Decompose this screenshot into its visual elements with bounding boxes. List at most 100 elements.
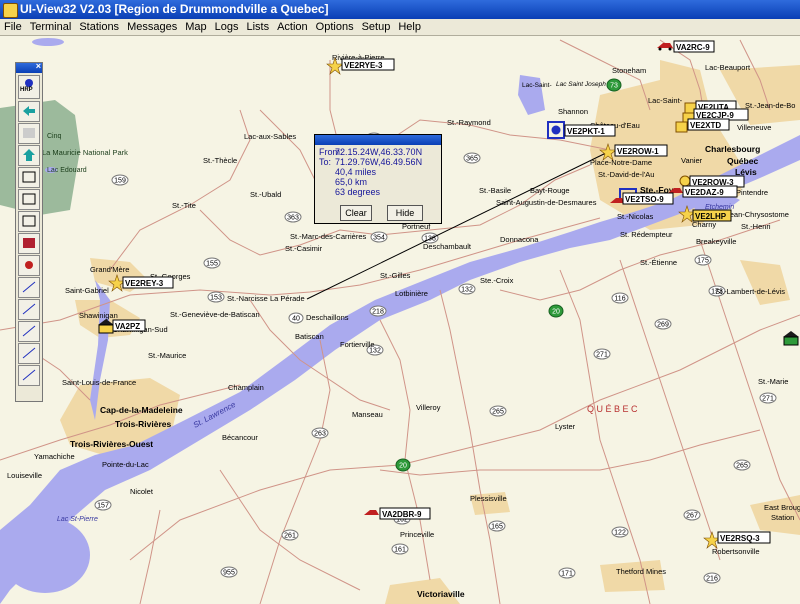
svg-text:VE2DAZ-9: VE2DAZ-9: [685, 188, 724, 197]
place-batiscan: Batiscan: [295, 332, 324, 341]
place-deschaillons: Deschaillons: [306, 313, 349, 322]
marker-icon: [25, 261, 33, 269]
place-lac-saint: Lac-Saint-: [522, 82, 552, 89]
app-icon[interactable]: [3, 3, 18, 18]
frame-icon: [22, 193, 36, 205]
menu-options[interactable]: Options: [312, 19, 358, 35]
close-icon[interactable]: ×: [36, 61, 41, 71]
svg-text:40: 40: [292, 316, 300, 323]
place-st-tite: St.-Tite: [172, 201, 196, 210]
place-trois-rivieres-ouest: Trois-Rivières-Ouest: [70, 439, 153, 449]
blank-icon: [23, 128, 35, 138]
place-charlesbourg: Charlesbourg: [705, 144, 760, 154]
place-st-redempteur: St. Rédempteur: [620, 230, 673, 239]
frame-button-3[interactable]: [18, 211, 40, 232]
clear-button[interactable]: Clear: [340, 205, 372, 221]
svg-text:VE2RSQ-3: VE2RSQ-3: [720, 534, 760, 543]
blank-button-1[interactable]: [18, 123, 40, 144]
tool-palette-title[interactable]: ×: [16, 61, 42, 73]
menu-messages[interactable]: Messages: [123, 19, 181, 35]
place-becancour: Bécancour: [222, 433, 258, 442]
place-st-jean-de-bo: St.-Jean-de-Bo: [745, 101, 795, 110]
map-tool-button-1[interactable]: [18, 277, 40, 298]
svg-text:175: 175: [697, 258, 709, 265]
station-va2pz[interactable]: VA2PZ: [98, 319, 146, 334]
place-mauricie-park: La Mauricie National Park: [42, 148, 128, 157]
place-lyster: Lyster: [555, 422, 576, 431]
arrow-left-button[interactable]: [18, 101, 40, 122]
menu-setup[interactable]: Setup: [358, 19, 395, 35]
svg-text:155: 155: [206, 261, 218, 268]
place-st-narcisse: St.-Narcisse: [227, 294, 268, 303]
map-tool-icon: [22, 347, 36, 359]
marker-button[interactable]: [18, 255, 40, 276]
menu-bar: File Terminal Stations Messages Map Logs Lists…: [0, 19, 800, 36]
place-champlain: Champlain: [228, 383, 264, 392]
menu-lists[interactable]: Lists: [242, 19, 273, 35]
svg-text:73: 73: [610, 83, 618, 90]
place-ste-genevieve: St.-Geneviève-de-Batiscan: [170, 310, 260, 319]
distance-km: 65,0 km: [335, 177, 368, 187]
frame-icon: [22, 215, 36, 227]
place-lac-saint-2: Lac-Saint-: [648, 96, 683, 105]
menu-logs[interactable]: Logs: [211, 19, 243, 35]
place-robertsonville: Robertsonville: [712, 547, 760, 556]
frame-button-2[interactable]: [18, 189, 40, 210]
svg-text:VA2DBR-9: VA2DBR-9: [382, 510, 422, 519]
lac-st-pierre: [0, 517, 90, 593]
place-saint-louis: Saint-Louis-de-France: [62, 378, 136, 387]
svg-text:116: 116: [614, 296, 625, 303]
menu-terminal[interactable]: Terminal: [26, 19, 76, 35]
bearing-degrees: 63 degrees: [335, 187, 381, 197]
frame-button-1[interactable]: [18, 167, 40, 188]
map-view[interactable]: 159 155 153 352 354 363 367 365 138 40 2…: [0, 36, 800, 604]
place-shawinigan: Shawinigan: [79, 311, 118, 320]
svg-text:VE2REY-3: VE2REY-3: [125, 279, 164, 288]
place-jean-chrysostome: Jean-Chrysostome: [726, 210, 789, 219]
svg-text:VA2PZ: VA2PZ: [115, 322, 140, 331]
place-stoneham: Stoneham: [612, 66, 646, 75]
place-donnacona: Donnacona: [500, 235, 539, 244]
place-plessisville: Plessisville: [470, 494, 507, 503]
svg-text:955: 955: [223, 570, 235, 577]
distance-popup: From:72.15.24W,46.33.70N To: 71.29.76W,46…: [314, 134, 442, 224]
place-st-basile: St.-Basile: [479, 186, 511, 195]
place-pintendre: Pintendre: [736, 188, 768, 197]
menu-map[interactable]: Map: [181, 19, 210, 35]
menu-stations[interactable]: Stations: [75, 19, 123, 35]
svg-text:159: 159: [114, 178, 126, 185]
menu-file[interactable]: File: [0, 19, 26, 35]
menu-action[interactable]: Action: [273, 19, 312, 35]
place-fortierville: Fortierville: [340, 340, 375, 349]
book-button[interactable]: [18, 233, 40, 254]
hide-button[interactable]: Hide: [387, 205, 423, 221]
map-tool-button-2[interactable]: [18, 299, 40, 320]
map-tool-button-4[interactable]: [18, 343, 40, 364]
svg-text:20: 20: [399, 463, 407, 470]
hrp-button[interactable]: HRP: [18, 75, 40, 99]
place-lac-st-joseph: Lac Saint Joseph: [556, 81, 606, 88]
place-place-notre-dame: Place-Notre-Dame: [590, 158, 652, 167]
from-value: 72.15.24W,46.33.70N: [335, 147, 423, 157]
station-ve2row-3[interactable]: VE2ROW-3: [679, 175, 745, 188]
place-thetford-mines: Thetford Mines: [616, 567, 666, 576]
place-lac-aux-sables: Lac-aux-Sables: [244, 132, 296, 141]
place-la-perade: La Pérade: [270, 294, 305, 303]
place-cinq: Cinq: [47, 133, 62, 140]
place-cap-de-la-madeleine: Cap-de-la-Madeleine: [100, 405, 183, 415]
place-grand-mere: Grand'Mère: [90, 265, 129, 274]
map-tool-button-3[interactable]: [18, 321, 40, 342]
title-bar: UI-View32 V2.03 [Region de Drummondville…: [0, 0, 800, 19]
map-tool-button-5[interactable]: [18, 365, 40, 386]
arrow-up-button[interactable]: [18, 145, 40, 166]
popup-title-bar[interactable]: [315, 135, 441, 145]
map-canvas[interactable]: 159 155 153 352 354 363 367 365 138 40 2…: [0, 36, 800, 604]
place-saint-gabriel: Saint-Gabriel: [65, 286, 109, 295]
place-st-maurice: St.-Maurice: [148, 351, 186, 360]
svg-text:354: 354: [373, 235, 385, 242]
map-tool-icon: [22, 281, 36, 293]
place-east-broughton: East Broughton: [764, 503, 800, 512]
svg-text:VE2LHP: VE2LHP: [695, 212, 727, 221]
place-victoriaville: Victoriaville: [417, 589, 465, 599]
menu-help[interactable]: Help: [394, 19, 425, 35]
